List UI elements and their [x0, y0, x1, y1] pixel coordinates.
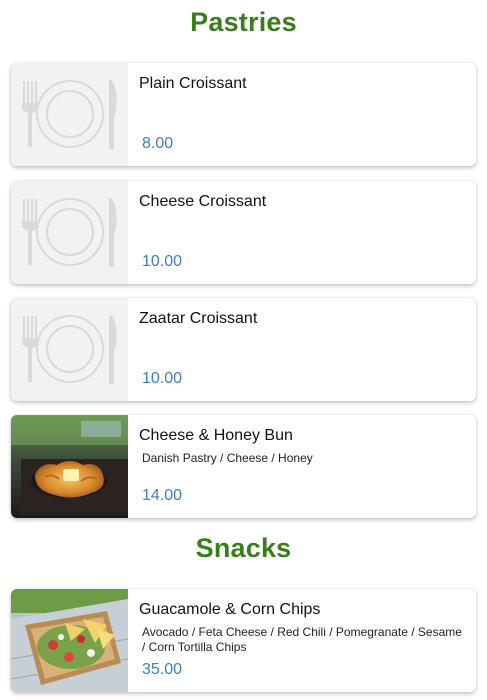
item-name: Guacamole & Corn Chips — [139, 601, 321, 618]
menu-item-card[interactable]: Guacamole & Corn Chips Avocado / Feta Ch… — [11, 589, 476, 692]
item-description: Danish Pastry / Cheese / Honey — [142, 451, 313, 465]
item-price: 35.00 — [142, 661, 183, 678]
item-price: 14.00 — [142, 487, 183, 504]
placeholder-plate-icon — [11, 298, 128, 401]
item-price: 8.00 — [142, 135, 174, 152]
menu-page: Pastries Plain Croissant 8.00 Cheese Cro… — [0, 0, 487, 700]
section-title-snacks: Snacks — [195, 533, 292, 563]
guacamole-photo — [11, 589, 128, 692]
cheese-honey-bun-photo — [11, 415, 128, 518]
menu-item-card[interactable]: Zaatar Croissant 10.00 — [11, 298, 476, 401]
item-name: Cheese Croissant — [139, 193, 267, 210]
item-name: Plain Croissant — [139, 75, 247, 92]
item-name: Cheese & Honey Bun — [139, 427, 293, 444]
placeholder-plate-icon — [11, 63, 128, 166]
placeholder-plate-icon — [11, 181, 128, 284]
menu-item-card[interactable]: Cheese Croissant 10.00 — [11, 181, 476, 284]
section-title-pastries: Pastries — [190, 7, 297, 37]
item-price: 10.00 — [142, 370, 183, 387]
item-description: Avocado / Feta Cheese / Red Chili / Pome… — [142, 625, 462, 654]
menu-item-card[interactable]: Plain Croissant 8.00 — [11, 63, 476, 166]
item-price: 10.00 — [142, 253, 183, 270]
menu-item-card[interactable]: Cheese & Honey Bun Danish Pastry / Chees… — [11, 415, 476, 518]
item-name: Zaatar Croissant — [139, 310, 258, 327]
